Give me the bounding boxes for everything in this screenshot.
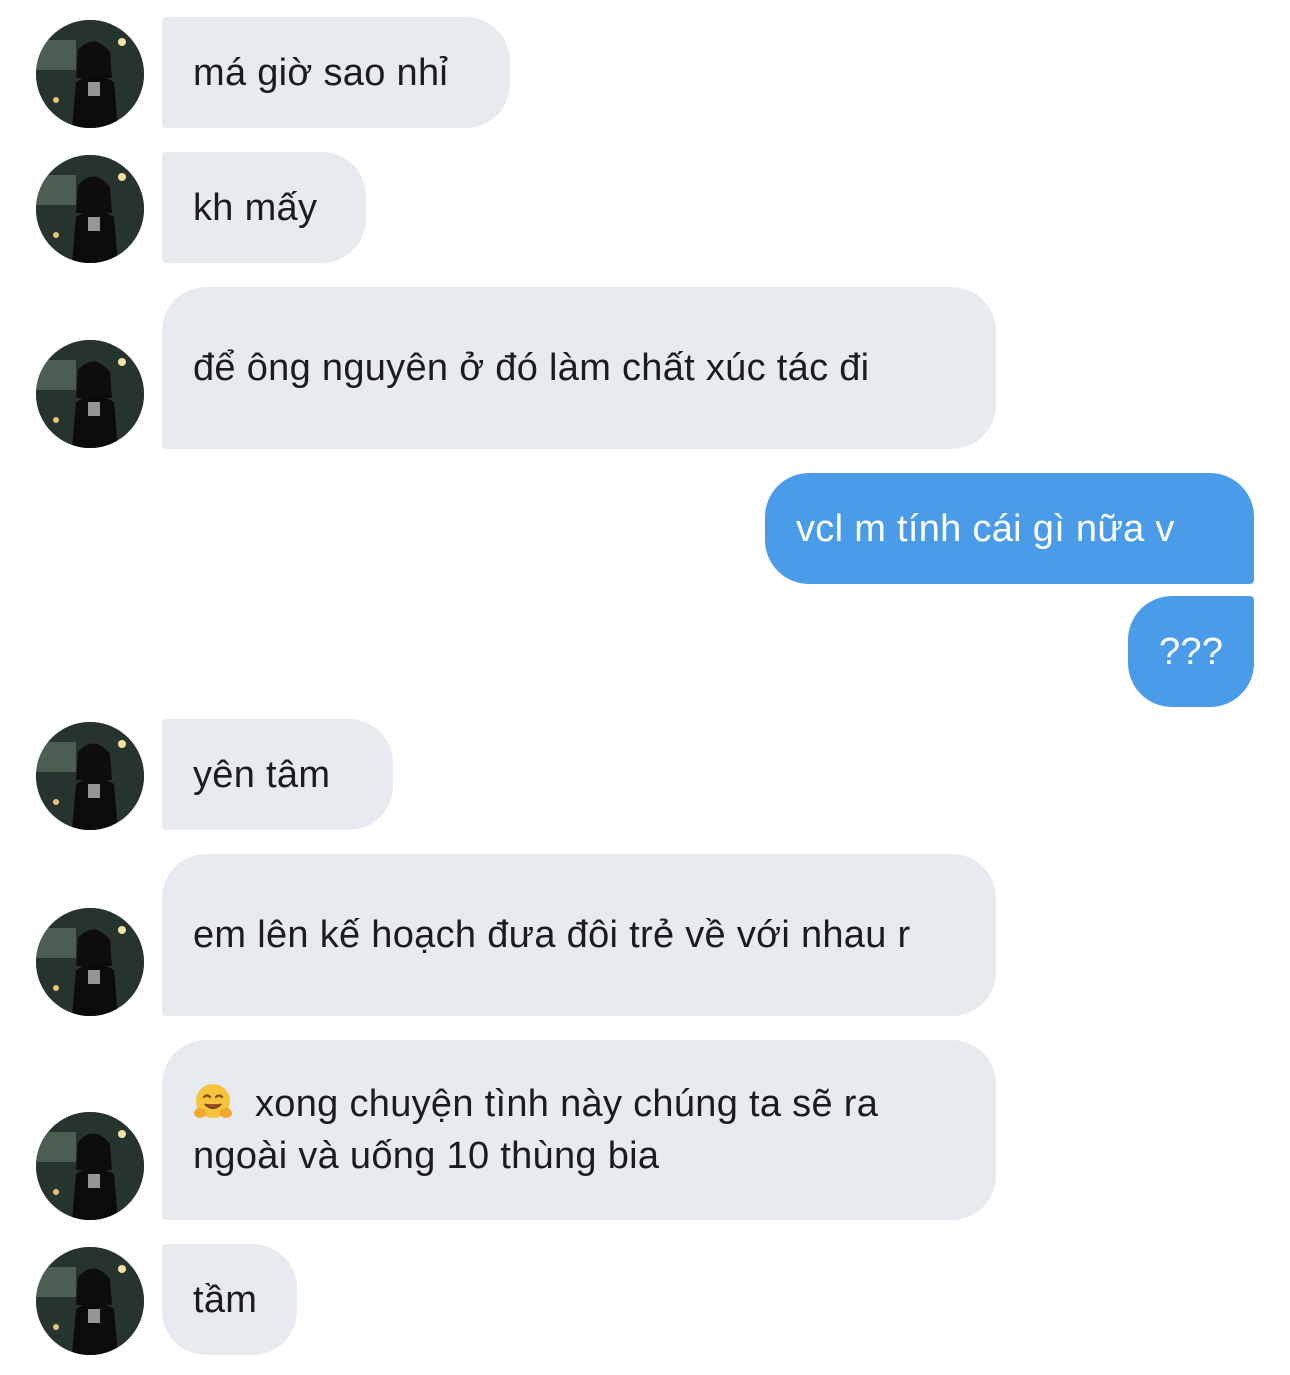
message-bubble[interactable]: kh mấy	[162, 152, 366, 263]
message-text: em lên kế hoạch đưa đôi trẻ về với nhau …	[193, 914, 911, 956]
message-text: yên tâm	[193, 753, 331, 796]
message-bubble[interactable]: em lên kế hoạch đưa đôi trẻ về với nhau …	[162, 854, 996, 1016]
message-text: kh mấy	[193, 186, 318, 229]
sender-avatar[interactable]	[36, 155, 144, 263]
message-bubble[interactable]: để ông nguyên ở đó làm chất xúc tác đi	[162, 287, 996, 449]
message-content: xong chuyện tình này chúng ta sẽ ra ngoà…	[193, 1078, 965, 1182]
sender-avatar[interactable]	[36, 1112, 144, 1220]
message-text: vcl m tính cái gì nữa v	[796, 507, 1175, 550]
sender-avatar[interactable]	[36, 20, 144, 128]
sender-avatar[interactable]	[36, 340, 144, 448]
message-text: má giờ sao nhỉ	[193, 51, 449, 94]
message-bubble[interactable]: vcl m tính cái gì nữa v	[765, 473, 1254, 584]
message-bubble[interactable]: má giờ sao nhỉ	[162, 17, 510, 128]
message-text: để ông nguyên ở đó làm chất xúc tác đi	[193, 347, 870, 389]
message-bubble[interactable]: tầm	[162, 1244, 297, 1355]
sender-avatar[interactable]	[36, 908, 144, 1016]
message-text: xong chuyện tình này chúng ta sẽ ra ngoà…	[193, 1083, 879, 1177]
message-text: ???	[1159, 630, 1224, 673]
sender-avatar[interactable]	[36, 722, 144, 830]
message-bubble[interactable]: ???	[1128, 596, 1254, 707]
message-text: tầm	[193, 1278, 258, 1321]
hugging-face-emoji-icon	[194, 1084, 232, 1118]
message-bubble[interactable]: yên tâm	[162, 719, 393, 830]
message-bubble[interactable]: xong chuyện tình này chúng ta sẽ ra ngoà…	[162, 1040, 996, 1220]
sender-avatar[interactable]	[36, 1247, 144, 1355]
